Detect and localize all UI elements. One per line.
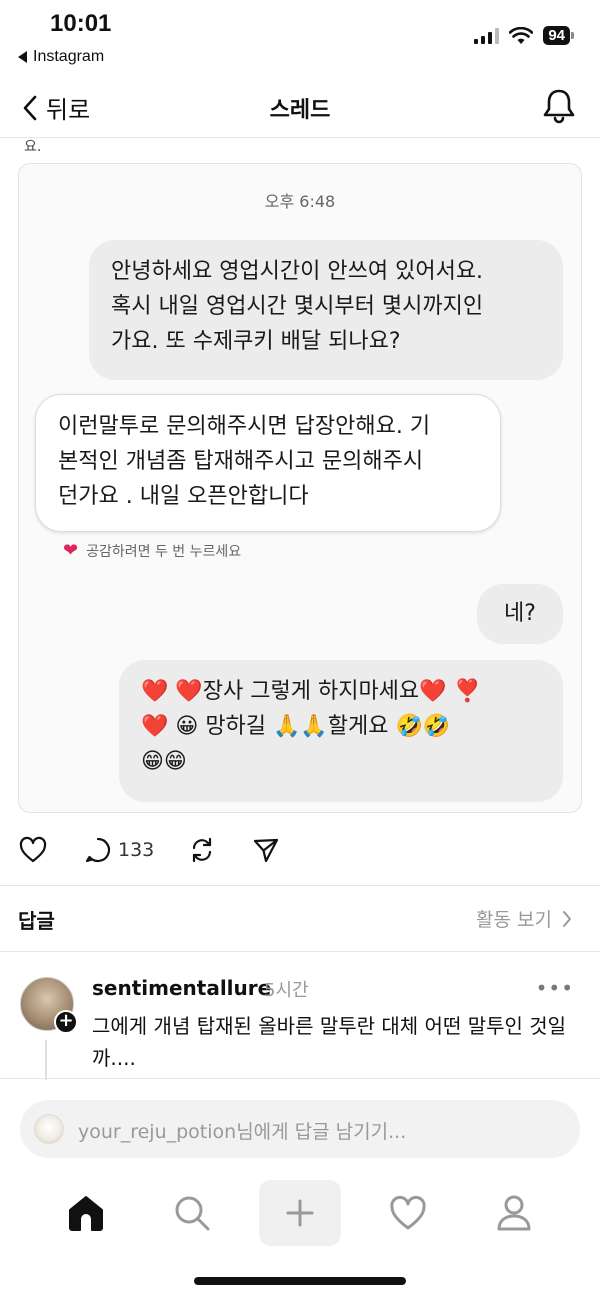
message-line: 😁😁 — [141, 749, 187, 774]
tab-profile[interactable] — [474, 1180, 554, 1246]
tab-bar — [0, 1180, 600, 1250]
heart-icon — [19, 836, 47, 863]
view-activity-label: 활동 보기 — [476, 909, 552, 931]
comment-count: 133 — [118, 839, 155, 861]
heart-icon — [390, 1195, 426, 1230]
notifications-button[interactable] — [542, 88, 576, 128]
view-activity-link[interactable]: 활동 보기 — [476, 905, 572, 932]
message-line: 혹시 내일 영업시간 몇시부터 몇시까지인 — [111, 294, 484, 319]
heart-filled-icon: ❤ — [63, 540, 79, 561]
message-timestamp: 오후 6:48 — [264, 192, 336, 211]
comment-button[interactable]: 133 — [84, 836, 154, 864]
page-title: 스레드 — [269, 98, 331, 123]
home-icon — [69, 1196, 103, 1231]
wifi-icon — [509, 26, 534, 44]
user-avatar — [34, 1114, 64, 1144]
divider — [0, 1078, 600, 1079]
home-indicator[interactable] — [194, 1277, 406, 1285]
tab-home[interactable] — [46, 1180, 126, 1246]
search-icon — [175, 1196, 210, 1231]
header: 뒤로 스레드 — [0, 78, 600, 138]
status-bar: 10:01 Instagram 94 — [0, 0, 600, 70]
more-options-icon[interactable]: ••• — [536, 976, 574, 1000]
message-bubble-received: 이런말투로 문의해주시면 답장안해요. 기 본적인 개념좀 탑재해주시고 문의해… — [35, 394, 501, 532]
post-image[interactable]: 오후 6:48 안녕하세요 영업시간이 안쓰여 있어서요. 혹시 내일 영업시간… — [18, 163, 582, 813]
plus-icon — [286, 1199, 314, 1227]
message-line: ❤️ ❤️장사 그렇게 하지마세요❤️ ❣️ — [141, 679, 481, 704]
like-button[interactable] — [18, 836, 48, 864]
divider — [0, 951, 600, 952]
message-line: 본적인 개념좀 탑재해주시고 문의해주시 — [58, 449, 424, 474]
reply-input[interactable]: your_reju_potion님에게 답글 남기기... — [20, 1100, 580, 1158]
message-bubble-sent: 안녕하세요 영업시간이 안쓰여 있어서요. 혹시 내일 영업시간 몇시부터 몇시… — [89, 240, 563, 380]
replies-heading: 답글 — [18, 909, 55, 933]
back-app-label: Instagram — [33, 48, 105, 65]
tab-create[interactable] — [259, 1180, 341, 1246]
divider — [0, 885, 600, 886]
back-triangle-icon — [18, 51, 27, 63]
comment-icon — [85, 837, 111, 863]
comment-time: 5시간 — [264, 980, 309, 1001]
status-time: 10:01 — [50, 10, 112, 37]
share-icon — [254, 838, 279, 863]
back-to-app-link[interactable]: Instagram — [18, 48, 104, 66]
post-actions: 133 — [18, 832, 280, 868]
reaction-hint: ❤ 공감하려면 두 번 누르세요 — [63, 540, 241, 561]
tab-search[interactable] — [152, 1180, 232, 1246]
bell-icon — [543, 89, 575, 124]
tab-activity[interactable] — [368, 1180, 448, 1246]
message-line: ❤️ 😀 망하길 🙏🙏할게요 🤣🤣 — [141, 714, 451, 739]
battery-icon: 94 — [543, 26, 574, 45]
profile-icon — [497, 1195, 531, 1231]
repost-icon — [193, 837, 212, 863]
chevron-right-icon — [563, 910, 571, 927]
comment-text: 그에게 개념 탑재된 올바른 말투란 대체 어떤 말투인 것일까.... — [92, 1014, 567, 1070]
status-icons: 94 — [474, 26, 574, 45]
message-line: 안녕하세요 영업시간이 안쓰여 있어서요. — [111, 259, 484, 284]
message-line: 가요. 또 수제쿠키 배달 되나요? — [111, 329, 401, 354]
share-button[interactable] — [252, 836, 280, 864]
message-line: 네? — [504, 601, 536, 626]
repost-button[interactable] — [188, 836, 216, 864]
follow-plus-icon[interactable]: + — [54, 1010, 78, 1034]
reaction-hint-text: 공감하려면 두 번 누르세요 — [86, 543, 242, 560]
message-bubble-sent: 네? — [477, 584, 563, 644]
message-bubble-sent: ❤️ ❤️장사 그렇게 하지마세요❤️ ❣️ ❤️ 😀 망하길 🙏🙏할게요 🤣🤣… — [119, 660, 563, 802]
thread-line — [45, 1040, 47, 1080]
reply-placeholder: your_reju_potion님에게 답글 남기기... — [78, 1121, 407, 1143]
comment-username[interactable]: sentimentallure — [92, 976, 271, 1000]
signal-icon — [474, 27, 500, 44]
message-line: 이런말투로 문의해주시면 답장안해요. 기 — [58, 414, 431, 439]
message-line: 던가요 . 내일 오픈안합니다 — [58, 484, 309, 509]
truncated-post-text: 요. — [24, 139, 42, 155]
